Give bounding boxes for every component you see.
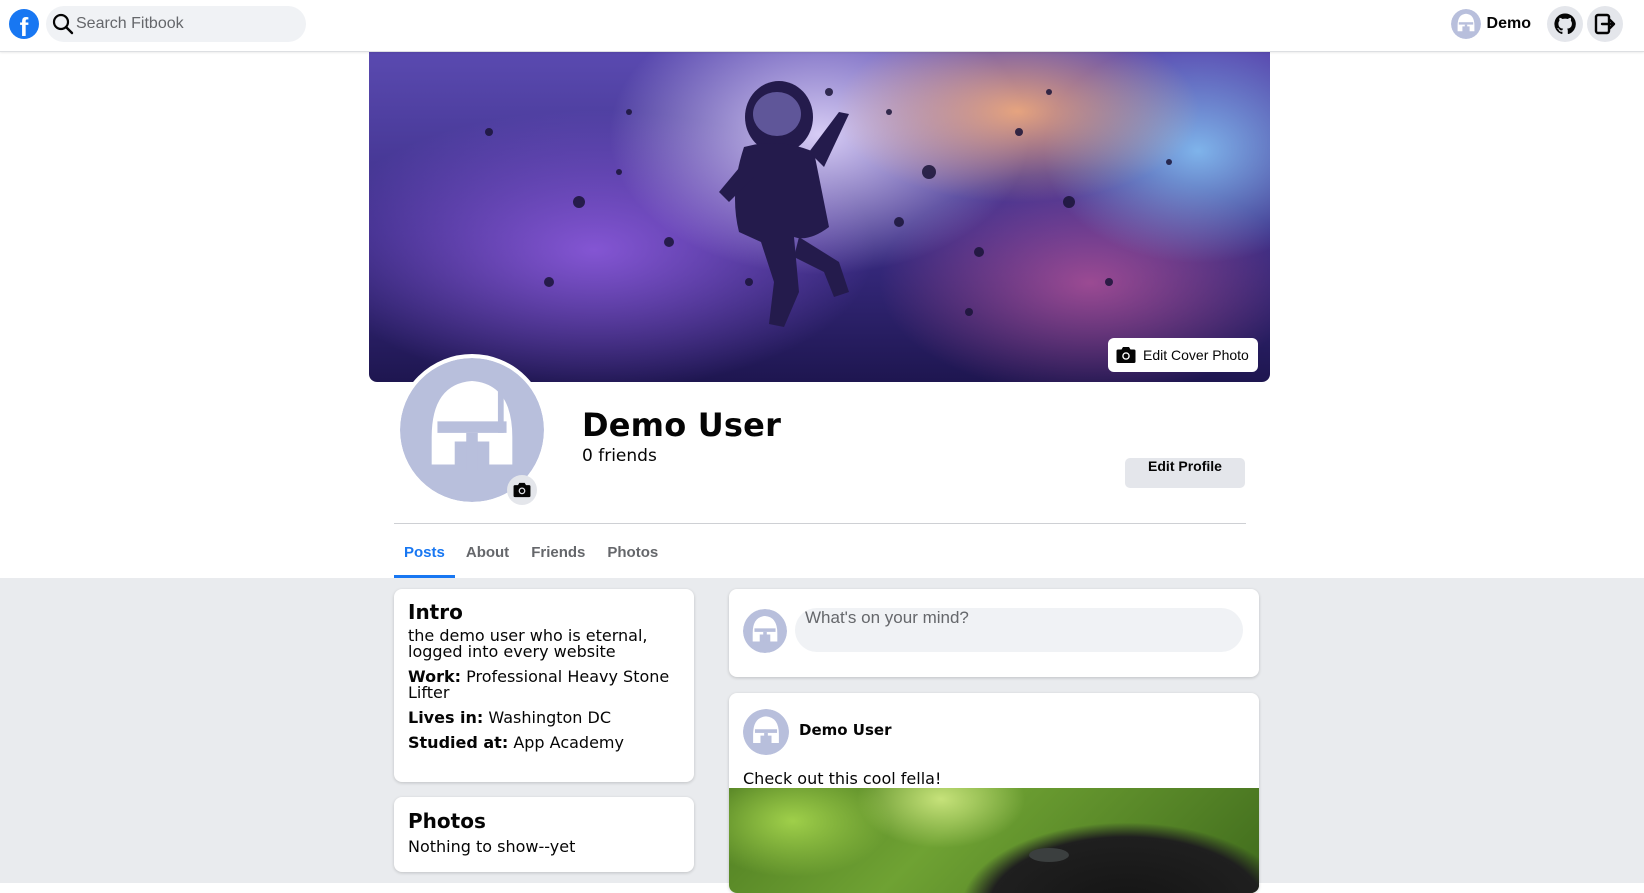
studied-label: Studied at: (408, 733, 509, 752)
profile-tabs: Posts About Friends Photos (394, 530, 669, 578)
edit-cover-photo-label: Edit Cover Photo (1143, 347, 1249, 363)
profile-name: Demo User (582, 406, 782, 444)
tab-friends[interactable]: Friends (520, 530, 596, 578)
search-bar[interactable] (46, 6, 306, 42)
nav-avatar[interactable] (1450, 9, 1481, 39)
post-author-name[interactable]: Demo User (799, 721, 891, 739)
intro-title: Intro (408, 600, 463, 624)
studied-value: App Academy (513, 733, 624, 752)
photos-card: Photos Nothing to show--yet (394, 797, 694, 872)
intro-bio: the demo user who is eternal, logged int… (408, 626, 648, 661)
logout-icon (1594, 13, 1616, 35)
intro-work: Work: Professional Heavy Stone Lifter (408, 669, 680, 701)
camera-icon (513, 482, 531, 498)
post-author-avatar[interactable] (743, 709, 789, 755)
lives-value: Washington DC (488, 708, 612, 727)
intro-lives: Lives in: Washington DC (408, 710, 680, 726)
tab-photos[interactable]: Photos (596, 530, 669, 578)
photos-empty-message: Nothing to show--yet (408, 837, 576, 856)
change-profile-picture-button[interactable] (507, 475, 537, 505)
cover-photo (369, 52, 1270, 382)
composer-input[interactable]: What's on your mind? (795, 608, 1243, 652)
fitbook-logo[interactable]: f (9, 9, 39, 39)
intro-studied: Studied at: App Academy (408, 735, 680, 751)
intro-card: Intro the demo user who is eternal, logg… (394, 589, 694, 782)
github-button[interactable] (1547, 6, 1583, 42)
edit-profile-button[interactable]: Edit Profile (1125, 458, 1245, 488)
search-icon (52, 13, 74, 35)
post-card: Demo User Check out this cool fella! (729, 693, 1259, 893)
logout-button[interactable] (1587, 6, 1623, 42)
photos-title: Photos (408, 809, 486, 833)
post-image[interactable] (729, 788, 1259, 893)
search-input[interactable] (76, 6, 298, 42)
post-text: Check out this cool fella! (743, 769, 942, 788)
friend-count[interactable]: 0 friends (582, 446, 657, 466)
top-navbar: f Demo (0, 0, 1644, 52)
tab-about[interactable]: About (455, 530, 520, 578)
camera-icon (1116, 347, 1136, 363)
github-icon (1554, 13, 1576, 35)
astronaut-artwork (485, 81, 1172, 327)
lives-label: Lives in: (408, 708, 484, 727)
nav-user-area: Demo (1450, 6, 1623, 42)
nav-user-name[interactable]: Demo (1487, 15, 1531, 33)
header-divider (394, 523, 1246, 524)
edit-cover-photo-button[interactable]: Edit Cover Photo (1108, 338, 1258, 372)
tab-posts[interactable]: Posts (394, 530, 455, 578)
composer-avatar[interactable] (743, 609, 787, 653)
post-composer: What's on your mind? (729, 589, 1259, 677)
